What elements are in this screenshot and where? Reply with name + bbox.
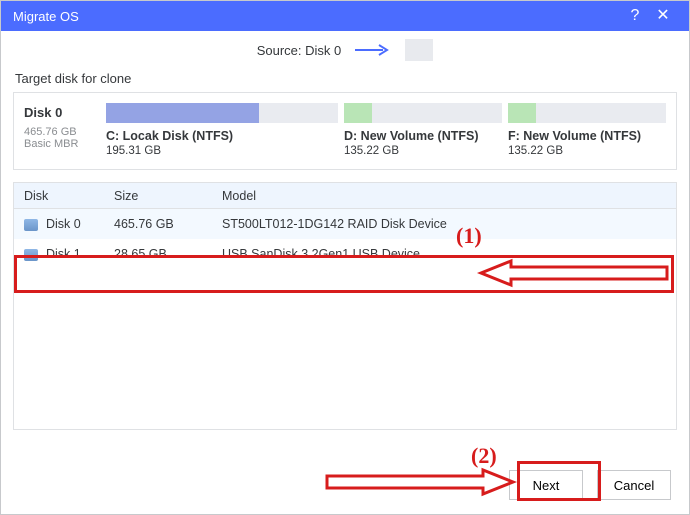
annotation-arrow-2 — [327, 467, 513, 497]
disk-capacity: 465.76 GB — [24, 126, 104, 138]
table-row[interactable]: Disk 0 465.76 GB ST500LT012-1DG142 RAID … — [14, 209, 676, 239]
partition-c[interactable]: C: Locak Disk (NTFS) 195.31 GB — [106, 103, 338, 157]
disk-icon — [24, 219, 38, 231]
table-header: Disk Size Model — [14, 183, 676, 209]
source-label: Source: Disk 0 — [257, 43, 342, 58]
cell-disk: Disk 0 — [46, 217, 81, 231]
close-icon[interactable]: ✕ — [649, 1, 677, 31]
partition-f-label: F: New Volume (NTFS) — [508, 129, 666, 143]
disk-icon — [24, 249, 38, 261]
disk-map: Disk 0 465.76 GB Basic MBR C: Locak Disk… — [13, 92, 677, 170]
disk-table: Disk Size Model Disk 0 465.76 GB ST500LT… — [13, 182, 677, 430]
col-model: Model — [222, 189, 676, 203]
col-size: Size — [114, 189, 222, 203]
partition-f[interactable]: F: New Volume (NTFS) 135.22 GB — [508, 103, 666, 157]
titlebar: Migrate OS ? ✕ — [1, 1, 689, 31]
partition-d[interactable]: D: New Volume (NTFS) 135.22 GB — [344, 103, 502, 157]
cell-size: 28.65 GB — [114, 247, 222, 261]
cell-model: USB SanDisk 3.2Gen1 USB Device — [222, 247, 676, 261]
migrate-os-dialog: Migrate OS ? ✕ Source: Disk 0 Target dis… — [0, 0, 690, 515]
cell-disk: Disk 1 — [46, 247, 81, 261]
footer: Next Cancel — [509, 470, 671, 500]
section-label: Target disk for clone — [1, 69, 689, 92]
partition-f-bar — [508, 103, 666, 123]
col-disk: Disk — [14, 189, 114, 203]
cancel-button[interactable]: Cancel — [597, 470, 671, 500]
cell-model: ST500LT012-1DG142 RAID Disk Device — [222, 217, 676, 231]
target-swatch — [405, 39, 433, 61]
partition-d-bar — [344, 103, 502, 123]
disk-meta: Disk 0 465.76 GB Basic MBR — [24, 103, 104, 157]
window-title: Migrate OS — [13, 9, 621, 24]
table-row[interactable]: Disk 1 28.65 GB USB SanDisk 3.2Gen1 USB … — [14, 239, 676, 269]
source-row: Source: Disk 0 — [1, 31, 689, 69]
partition-f-size: 135.22 GB — [508, 145, 666, 157]
partition-d-size: 135.22 GB — [344, 145, 502, 157]
partition-c-bar — [106, 103, 338, 123]
partitions: C: Locak Disk (NTFS) 195.31 GB D: New Vo… — [106, 103, 666, 157]
cell-size: 465.76 GB — [114, 217, 222, 231]
help-icon[interactable]: ? — [621, 1, 649, 31]
annotation-label-2: (2) — [471, 443, 497, 469]
arrow-right-icon — [355, 43, 391, 57]
disk-name: Disk 0 — [24, 105, 104, 120]
disk-type: Basic MBR — [24, 138, 104, 150]
partition-d-label: D: New Volume (NTFS) — [344, 129, 502, 143]
partition-c-size: 195.31 GB — [106, 145, 338, 157]
next-button[interactable]: Next — [509, 470, 583, 500]
partition-c-label: C: Locak Disk (NTFS) — [106, 129, 338, 143]
